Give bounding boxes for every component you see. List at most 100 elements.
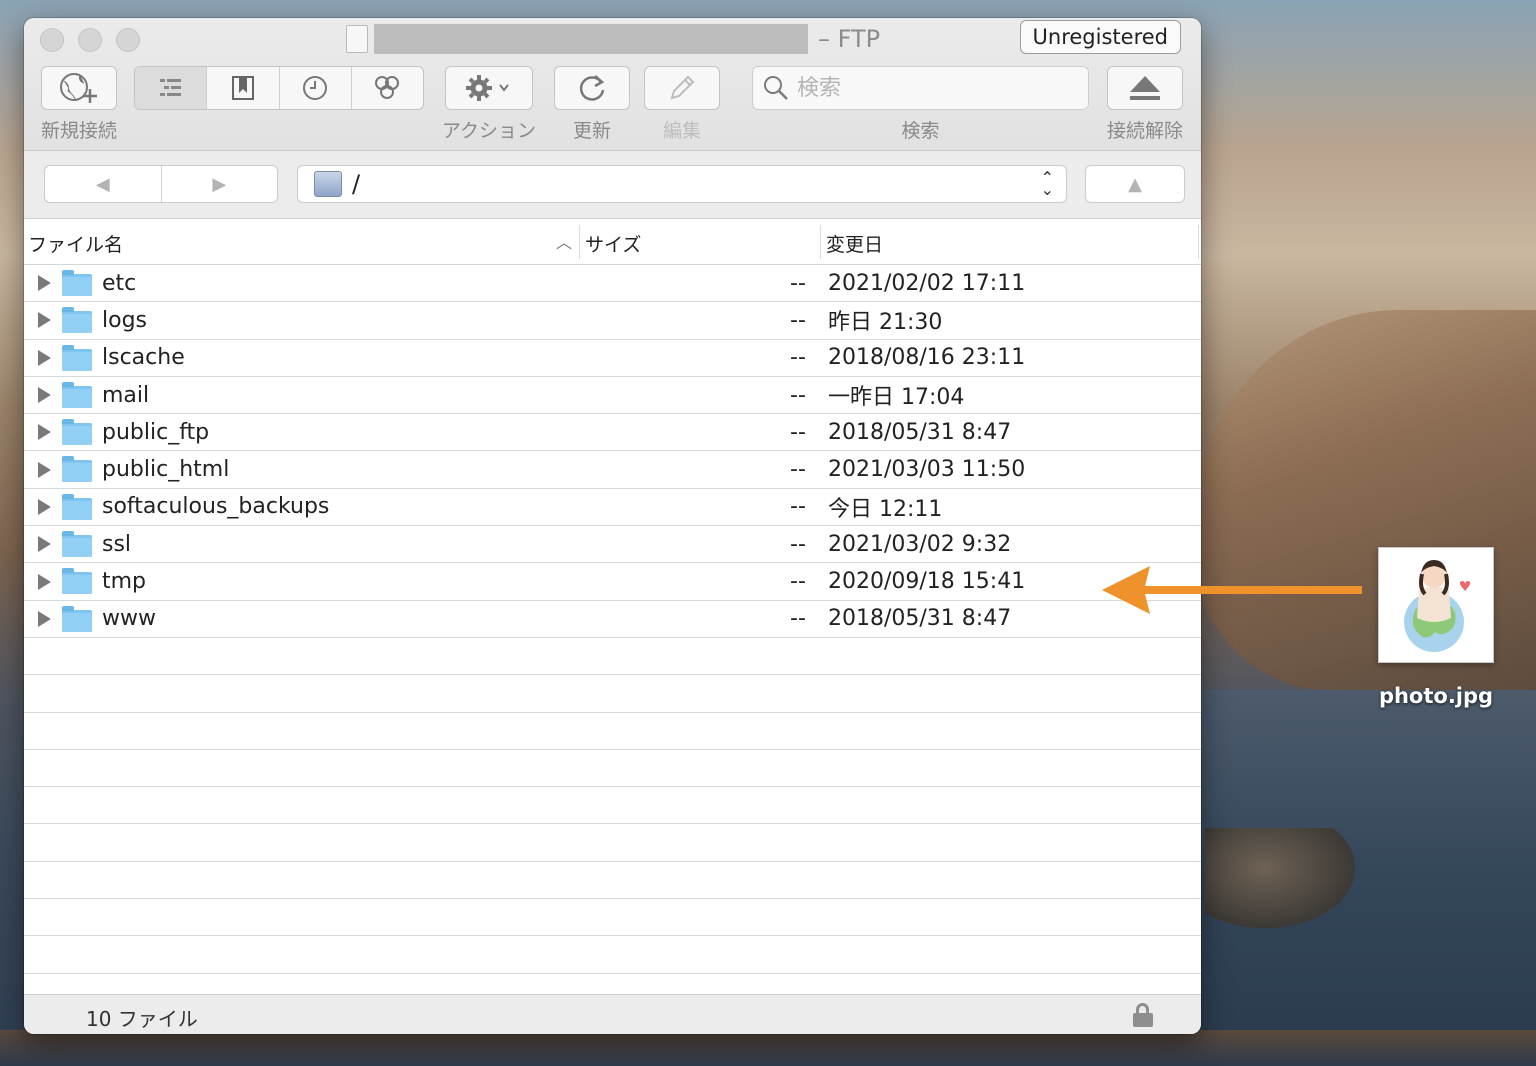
desktop-file-label: photo.jpg (1378, 684, 1494, 708)
window-controls (40, 28, 140, 52)
file-modified: 2021/03/03 11:50 (828, 457, 1026, 483)
file-size: -- (790, 345, 806, 371)
folder-icon (62, 381, 92, 408)
outline-view-button[interactable] (135, 67, 208, 109)
file-name: mail (102, 382, 150, 408)
window-title: – FTP (346, 24, 880, 54)
folder-icon (62, 344, 92, 371)
disconnect-button[interactable] (1107, 66, 1183, 110)
file-row[interactable]: public_html -- 2021/03/03 11:50 (24, 451, 1201, 489)
column-header: ファイル名 ︿ サイズ 変更日 (24, 219, 1201, 265)
file-row[interactable]: ssl -- 2021/03/02 9:32 (24, 526, 1201, 564)
view-segmented-control (134, 66, 424, 110)
history-button[interactable] (280, 67, 352, 109)
action-button[interactable] (445, 66, 533, 110)
empty-row (24, 675, 1201, 713)
disclosure-triangle-icon[interactable] (38, 610, 51, 627)
document-icon (346, 25, 368, 53)
disclosure-triangle-icon[interactable] (38, 275, 51, 292)
column-filename[interactable]: ファイル名 (28, 230, 123, 257)
parent-folder-button[interactable]: ▲ (1085, 165, 1185, 203)
file-row[interactable]: softaculous_backups -- 今日 12:11 (24, 489, 1201, 527)
file-modified: 2020/09/18 15:41 (828, 569, 1026, 595)
column-divider[interactable] (579, 225, 580, 259)
refresh-button[interactable] (554, 66, 630, 110)
disclosure-triangle-icon[interactable] (38, 573, 51, 590)
status-bar: 10 ファイル (24, 994, 1201, 1034)
file-size: -- (790, 569, 806, 595)
file-size: -- (790, 531, 806, 557)
file-row[interactable]: logs -- 昨日 21:30 (24, 302, 1201, 340)
disconnect-label: 接続解除 (1106, 120, 1183, 142)
column-modified[interactable]: 変更日 (826, 230, 883, 257)
disclosure-triangle-icon[interactable] (38, 536, 51, 553)
file-size: -- (790, 494, 806, 520)
wallpaper-shore (0, 1030, 1536, 1066)
wallpaper-rock (1205, 828, 1355, 928)
disclosure-triangle-icon[interactable] (38, 461, 51, 478)
eject-icon (1130, 76, 1160, 100)
disclosure-triangle-icon[interactable] (38, 424, 51, 441)
disclosure-triangle-icon[interactable] (38, 312, 51, 329)
redacted-host (374, 24, 808, 54)
folder-icon (62, 493, 92, 520)
file-modified: 2018/08/16 23:11 (828, 345, 1026, 371)
file-name: ssl (102, 531, 132, 557)
close-button[interactable] (40, 28, 64, 52)
file-name: lscache (102, 345, 185, 371)
empty-row (24, 787, 1201, 825)
file-row[interactable]: tmp -- 2020/09/18 15:41 (24, 563, 1201, 601)
clock-icon (303, 76, 328, 100)
file-row[interactable]: lscache -- 2018/08/16 23:11 (24, 340, 1201, 377)
disclosure-triangle-icon[interactable] (38, 387, 51, 404)
back-button[interactable]: ◀ (45, 166, 162, 202)
column-divider[interactable] (1198, 225, 1199, 259)
column-divider[interactable] (820, 225, 821, 259)
minimize-button[interactable] (78, 28, 102, 52)
disclosure-triangle-icon[interactable] (38, 498, 51, 515)
back-forward-control: ◀ ▶ (44, 165, 278, 203)
new-connection-label: 新規接続 (40, 120, 117, 142)
unregistered-button[interactable]: Unregistered (1019, 20, 1181, 54)
edit-button[interactable] (644, 66, 720, 110)
file-row[interactable]: public_ftp -- 2018/05/31 8:47 (24, 414, 1201, 452)
ftp-window: – FTP Unregistered 新規接続 アクション 更新 編集 検索 検… (24, 18, 1201, 1034)
desktop-file-photo[interactable] (1378, 547, 1494, 663)
column-size[interactable]: サイズ (585, 230, 641, 257)
forward-button[interactable]: ▶ (162, 166, 278, 202)
folder-icon (62, 270, 92, 296)
disclosure-triangle-icon[interactable] (38, 349, 51, 366)
file-size: -- (790, 606, 806, 632)
window-title-text: – FTP (818, 25, 881, 53)
file-size: -- (790, 382, 806, 408)
file-row[interactable]: mail -- 一昨日 17:04 (24, 377, 1201, 415)
folder-icon (62, 568, 92, 595)
bookmarks-button[interactable] (207, 67, 280, 109)
photo-thumbnail-icon (1404, 560, 1471, 652)
search-input[interactable] (797, 75, 1057, 101)
globe-plus-icon (60, 73, 97, 103)
file-modified: 2021/03/02 9:32 (828, 531, 1012, 557)
network-icon (375, 76, 400, 99)
zoom-button[interactable] (116, 28, 140, 52)
navigation-bar: ◀ ▶ / ⌃ ⌄ ▲ (24, 151, 1201, 219)
file-row[interactable]: etc -- 2021/02/02 17:11 (24, 265, 1201, 303)
server-disk-icon (314, 171, 342, 197)
file-name: tmp (102, 569, 147, 595)
bookmark-icon (231, 76, 254, 100)
bonjour-button[interactable] (352, 67, 423, 109)
current-path: / (352, 170, 361, 198)
file-row[interactable]: www -- 2018/05/31 8:47 (24, 601, 1201, 638)
search-field[interactable] (752, 66, 1089, 110)
file-name: public_ftp (102, 419, 210, 445)
folder-icon (62, 605, 92, 632)
file-modified: 2018/05/31 8:47 (828, 606, 1012, 632)
new-connection-button[interactable] (41, 66, 117, 110)
empty-row (24, 638, 1201, 676)
path-popup[interactable]: / ⌃ ⌄ (297, 165, 1067, 203)
sort-ascending-icon: ︿ (556, 233, 573, 252)
file-modified: 昨日 21:30 (828, 310, 943, 336)
file-size: -- (790, 307, 806, 333)
file-modified: 今日 12:11 (828, 496, 943, 522)
file-name: logs (102, 307, 147, 333)
